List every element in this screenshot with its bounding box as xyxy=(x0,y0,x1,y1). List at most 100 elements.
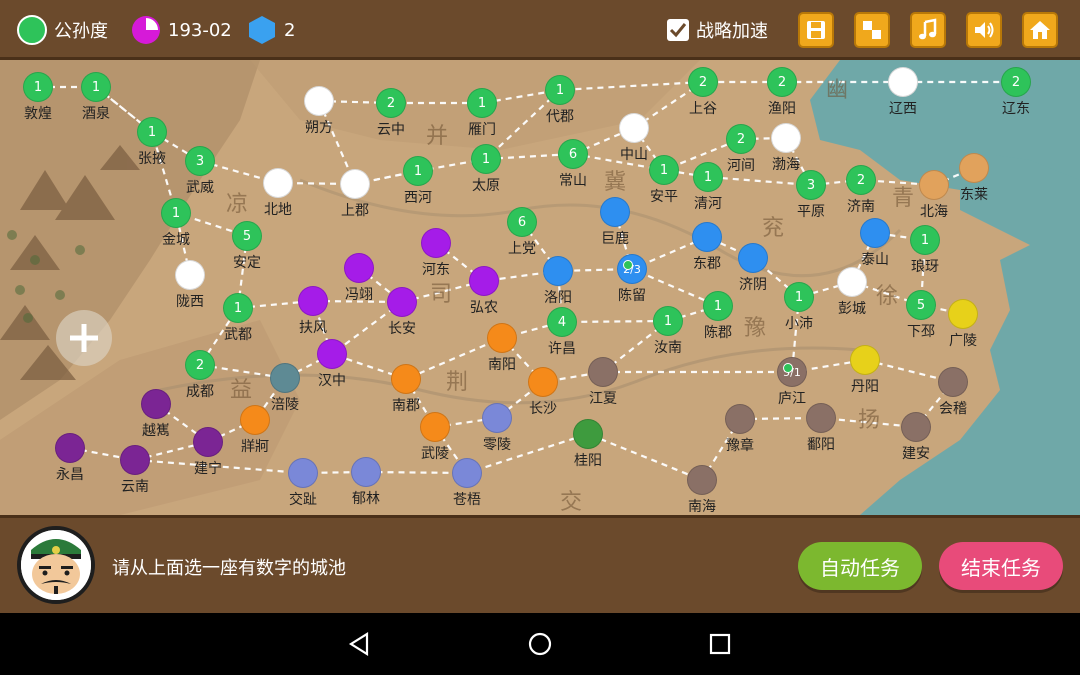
city-marker[interactable] xyxy=(298,286,328,316)
city-marker[interactable] xyxy=(55,433,85,463)
city-marker[interactable]: 5 xyxy=(232,221,262,251)
city-marker[interactable] xyxy=(806,403,836,433)
strategy-map[interactable]: 幽 并 凉 冀 青 兖 司 徐 豫 益 荆 扬 交 1 敦煌 1 酒泉 朔方 2 云中 1 雁门… xyxy=(0,60,1080,515)
zoom-in-button[interactable] xyxy=(56,310,112,366)
city-marker[interactable]: 2 xyxy=(767,67,797,97)
save-button[interactable] xyxy=(798,12,834,48)
city-name: 张掖 xyxy=(138,151,166,167)
city-marker[interactable] xyxy=(351,457,381,487)
city-marker[interactable]: 1 xyxy=(223,293,253,323)
city-marker[interactable] xyxy=(482,403,512,433)
city-marker[interactable]: 5 xyxy=(906,290,936,320)
city-marker[interactable]: 1 xyxy=(467,88,497,118)
city-marker[interactable] xyxy=(421,228,451,258)
music-button[interactable] xyxy=(910,12,946,48)
city-marker[interactable]: 1 xyxy=(23,72,53,102)
city-marker[interactable] xyxy=(528,367,558,397)
city-name: 郁林 xyxy=(352,491,380,507)
gem-indicator: 2 xyxy=(246,14,295,46)
city-marker[interactable]: 1 xyxy=(161,198,191,228)
city-marker[interactable] xyxy=(487,323,517,353)
city-name: 弘农 xyxy=(470,300,498,316)
city-marker[interactable] xyxy=(573,419,603,449)
city-marker[interactable] xyxy=(687,465,717,495)
city-marker[interactable] xyxy=(692,222,722,252)
city-name: 江夏 xyxy=(589,391,617,407)
city-marker[interactable] xyxy=(193,427,223,457)
city-marker[interactable] xyxy=(288,458,318,488)
city-marker[interactable] xyxy=(120,445,150,475)
city-marker[interactable] xyxy=(543,256,573,286)
city-name: 太原 xyxy=(472,178,500,194)
city-marker[interactable] xyxy=(340,169,370,199)
city-marker[interactable] xyxy=(619,113,649,143)
city-marker[interactable] xyxy=(948,299,978,329)
city-marker[interactable]: 1 xyxy=(137,117,167,147)
city-marker[interactable]: 6 xyxy=(558,139,588,169)
nav-recents-button[interactable] xyxy=(705,629,735,659)
city-name: 长安 xyxy=(388,321,416,337)
city-marker[interactable]: 4 xyxy=(547,307,577,337)
city-marker[interactable]: 6 xyxy=(507,207,537,237)
city-marker[interactable] xyxy=(938,367,968,397)
city-marker[interactable]: 1 xyxy=(693,162,723,192)
city-marker[interactable] xyxy=(175,260,205,290)
end-task-button[interactable]: 结束任务 xyxy=(939,542,1063,590)
city-marker[interactable] xyxy=(263,168,293,198)
city-marker[interactable]: 2 xyxy=(726,124,756,154)
city-marker[interactable]: 1 xyxy=(910,225,940,255)
city-name: 南阳 xyxy=(488,357,516,373)
city-marker[interactable]: 2 xyxy=(688,67,718,97)
city-marker[interactable]: 5/1 xyxy=(777,357,807,387)
city-marker[interactable]: 1 xyxy=(703,291,733,321)
volume-button[interactable] xyxy=(966,12,1002,48)
city-marker[interactable]: 2 xyxy=(846,165,876,195)
city-marker[interactable] xyxy=(141,389,171,419)
city-marker[interactable] xyxy=(391,364,421,394)
strategy-speedup-toggle[interactable]: 战略加速 xyxy=(666,14,768,46)
home-button[interactable] xyxy=(1022,12,1058,48)
region-label: 交 xyxy=(560,490,583,515)
city-marker[interactable] xyxy=(240,405,270,435)
city-marker[interactable] xyxy=(725,404,755,434)
city-marker[interactable] xyxy=(888,67,918,97)
city-marker[interactable]: 3 xyxy=(185,146,215,176)
city-marker[interactable] xyxy=(469,266,499,296)
city-marker[interactable]: 1 xyxy=(81,72,111,102)
city-marker[interactable] xyxy=(738,243,768,273)
city-marker[interactable] xyxy=(304,86,334,116)
city-name: 渔阳 xyxy=(768,101,796,117)
nav-home-button[interactable] xyxy=(525,629,555,659)
city-marker[interactable] xyxy=(420,412,450,442)
auto-task-button[interactable]: 自动任务 xyxy=(798,542,922,590)
city-marker[interactable] xyxy=(344,253,374,283)
city-name: 苍梧 xyxy=(453,492,481,508)
city-marker[interactable]: 2 xyxy=(1001,67,1031,97)
city-marker[interactable]: 1 xyxy=(403,156,433,186)
city-marker[interactable]: 1 xyxy=(784,282,814,312)
city-marker[interactable] xyxy=(771,123,801,153)
city-marker[interactable]: 1 xyxy=(649,155,679,185)
city-marker[interactable] xyxy=(317,339,347,369)
city-marker[interactable]: 2/3 xyxy=(617,254,647,284)
city-marker[interactable] xyxy=(600,197,630,227)
city-marker[interactable] xyxy=(387,287,417,317)
nav-back-button[interactable] xyxy=(345,629,375,659)
city-marker[interactable] xyxy=(270,363,300,393)
city-name: 扶风 xyxy=(299,320,327,336)
city-marker[interactable]: 1 xyxy=(471,144,501,174)
layout-button[interactable] xyxy=(854,12,890,48)
city-marker[interactable]: 2 xyxy=(185,350,215,380)
city-marker[interactable]: 1 xyxy=(545,75,575,105)
city-marker[interactable] xyxy=(959,153,989,183)
city-marker[interactable] xyxy=(588,357,618,387)
city-name: 常山 xyxy=(559,173,587,189)
city-name: 琅玡 xyxy=(911,259,939,275)
checkbox-checked-icon[interactable] xyxy=(666,18,690,42)
city-marker[interactable] xyxy=(901,412,931,442)
city-marker[interactable] xyxy=(860,218,890,248)
city-marker[interactable] xyxy=(452,458,482,488)
city-marker[interactable] xyxy=(850,345,880,375)
city-marker[interactable]: 2 xyxy=(376,88,406,118)
city-marker[interactable] xyxy=(837,267,867,297)
